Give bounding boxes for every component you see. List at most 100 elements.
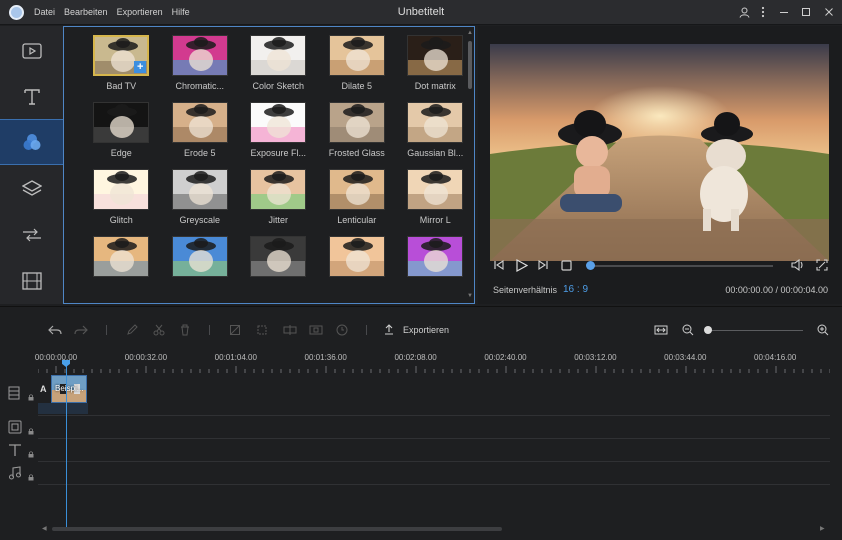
- effect-tile[interactable]: Frosted Glass: [318, 102, 397, 158]
- video-track-header: [0, 384, 38, 408]
- track-lock-icon[interactable]: [28, 474, 34, 481]
- aspect-ratio-selector[interactable]: 16 : 9: [563, 284, 588, 295]
- mosaic-icon[interactable]: [309, 323, 323, 337]
- preview-panel: Seitenverhältnis 16 : 9 00:00:00.00 / 00…: [478, 26, 842, 304]
- title-bar: Datei Bearbeiten Exportieren Hilfe Unbet…: [0, 0, 842, 25]
- fit-timeline-icon[interactable]: [654, 323, 668, 337]
- effect-label: Chromatic...: [175, 81, 224, 91]
- timeline-ruler[interactable]: 00:00:00.00 00:00:32.00 00:01:04.00 00:01:3…: [34, 349, 830, 373]
- audio-track-header: [0, 464, 38, 488]
- effect-thumbnail: [250, 102, 307, 143]
- stop-icon[interactable]: [559, 258, 573, 272]
- playback-progress-knob[interactable]: [586, 261, 595, 270]
- zoom-slider-knob[interactable]: [704, 326, 712, 334]
- text-icon: [23, 89, 40, 105]
- film-icon: [21, 272, 42, 290]
- ruler-label: 00:00:00.00: [34, 353, 78, 362]
- play-icon[interactable]: [514, 258, 528, 272]
- menu-exportieren[interactable]: Exportieren: [117, 7, 163, 17]
- scroll-down-arrow[interactable]: ▼: [467, 293, 473, 299]
- crop-icon[interactable]: [228, 323, 242, 337]
- overlay-track-header: [0, 418, 38, 442]
- track-lock-icon[interactable]: [28, 394, 34, 401]
- timeline-scrollbar[interactable]: [52, 527, 502, 531]
- redo-icon[interactable]: [74, 323, 88, 337]
- text-track-icon: [9, 444, 21, 456]
- scroll-up-arrow[interactable]: ▲: [467, 30, 473, 36]
- rail-item-elements[interactable]: [0, 258, 63, 304]
- effect-tile[interactable]: Chromatic...: [161, 35, 240, 91]
- rail-item-transitions[interactable]: [0, 212, 63, 258]
- effect-label: Dilate 5: [341, 81, 372, 91]
- more-menu-icon[interactable]: [757, 6, 769, 18]
- rail-item-media[interactable]: [0, 28, 63, 74]
- effect-tile[interactable]: Edge: [82, 102, 161, 158]
- fullscreen-icon[interactable]: [815, 258, 829, 272]
- effect-thumbnail: [328, 236, 385, 277]
- media-icon: [21, 43, 42, 59]
- undo-icon[interactable]: [48, 323, 62, 337]
- effect-thumbnail: [407, 35, 464, 76]
- effect-tile[interactable]: [239, 236, 318, 282]
- zoom-out-icon[interactable]: [681, 323, 695, 337]
- menu-hilfe[interactable]: Hilfe: [172, 7, 190, 17]
- menu-bearbeiten[interactable]: Bearbeiten: [64, 7, 108, 17]
- playback-progress-track[interactable]: [591, 265, 773, 267]
- effect-tile[interactable]: Lenticular: [318, 169, 397, 225]
- rail-item-overlays[interactable]: [0, 166, 63, 212]
- app-logo-icon[interactable]: [9, 5, 24, 20]
- delete-trash-icon[interactable]: [178, 323, 192, 337]
- overlay-track-icon: [8, 420, 22, 434]
- split-icon[interactable]: [283, 323, 297, 337]
- effect-label: Dot matrix: [414, 81, 456, 91]
- effect-label: Color Sketch: [252, 81, 305, 91]
- ruler-label: 00:03:44.00: [664, 353, 707, 362]
- zoom-slider-track[interactable]: [707, 330, 803, 331]
- resize-icon[interactable]: [255, 323, 269, 337]
- effect-tile[interactable]: [396, 236, 475, 282]
- effect-tile[interactable]: Greyscale: [161, 169, 240, 225]
- effects-scrollbar[interactable]: [468, 41, 472, 89]
- effect-tile[interactable]: Dilate 5: [318, 35, 397, 91]
- scroll-left-arrow[interactable]: ◀: [42, 525, 47, 532]
- effect-tile[interactable]: + Bad TV: [82, 35, 161, 91]
- effect-tile[interactable]: Jitter: [239, 169, 318, 225]
- rail-item-filters[interactable]: [0, 119, 63, 165]
- effect-thumbnail: [328, 102, 385, 143]
- close-icon[interactable]: [823, 6, 835, 18]
- effect-tile[interactable]: [82, 236, 161, 282]
- rail-item-text[interactable]: [0, 74, 63, 120]
- effect-tile[interactable]: Erode 5: [161, 102, 240, 158]
- export-icon[interactable]: [382, 323, 396, 337]
- effect-tile[interactable]: Mirror L: [396, 169, 475, 225]
- next-frame-icon[interactable]: [536, 258, 550, 272]
- menu-datei[interactable]: Datei: [34, 7, 55, 17]
- effect-tile[interactable]: [318, 236, 397, 282]
- effect-tile[interactable]: [161, 236, 240, 282]
- effect-tile[interactable]: Exposure Fl...: [239, 102, 318, 158]
- effect-tile[interactable]: Color Sketch: [239, 35, 318, 91]
- effect-tile[interactable]: Glitch: [82, 169, 161, 225]
- playhead-line[interactable]: [66, 362, 67, 528]
- track-lock-icon[interactable]: [28, 451, 34, 458]
- scroll-right-arrow[interactable]: ▶: [820, 525, 825, 532]
- aspect-ratio-label: Seitenverhältnis: [493, 285, 558, 295]
- cut-scissors-icon[interactable]: [152, 323, 166, 337]
- duration-clock-icon[interactable]: [335, 323, 349, 337]
- ruler-ticks: [38, 366, 830, 373]
- timeline-clip[interactable]: Beispi...: [51, 375, 87, 403]
- music-note-icon: [9, 466, 21, 480]
- volume-icon[interactable]: [791, 258, 805, 272]
- edit-pencil-icon[interactable]: [125, 323, 139, 337]
- account-icon[interactable]: [738, 6, 750, 18]
- ruler-label: 00:01:04.00: [214, 353, 257, 362]
- zoom-in-icon[interactable]: [816, 323, 830, 337]
- effect-tile[interactable]: Dot matrix: [396, 35, 475, 91]
- export-button[interactable]: Exportieren: [403, 325, 449, 335]
- prev-frame-icon[interactable]: [492, 258, 506, 272]
- minimize-icon[interactable]: [778, 6, 790, 18]
- effect-tile[interactable]: Gaussian Bl...: [396, 102, 475, 158]
- add-effect-icon[interactable]: +: [134, 61, 147, 73]
- track-lock-icon[interactable]: [28, 428, 34, 435]
- maximize-icon[interactable]: [800, 6, 812, 18]
